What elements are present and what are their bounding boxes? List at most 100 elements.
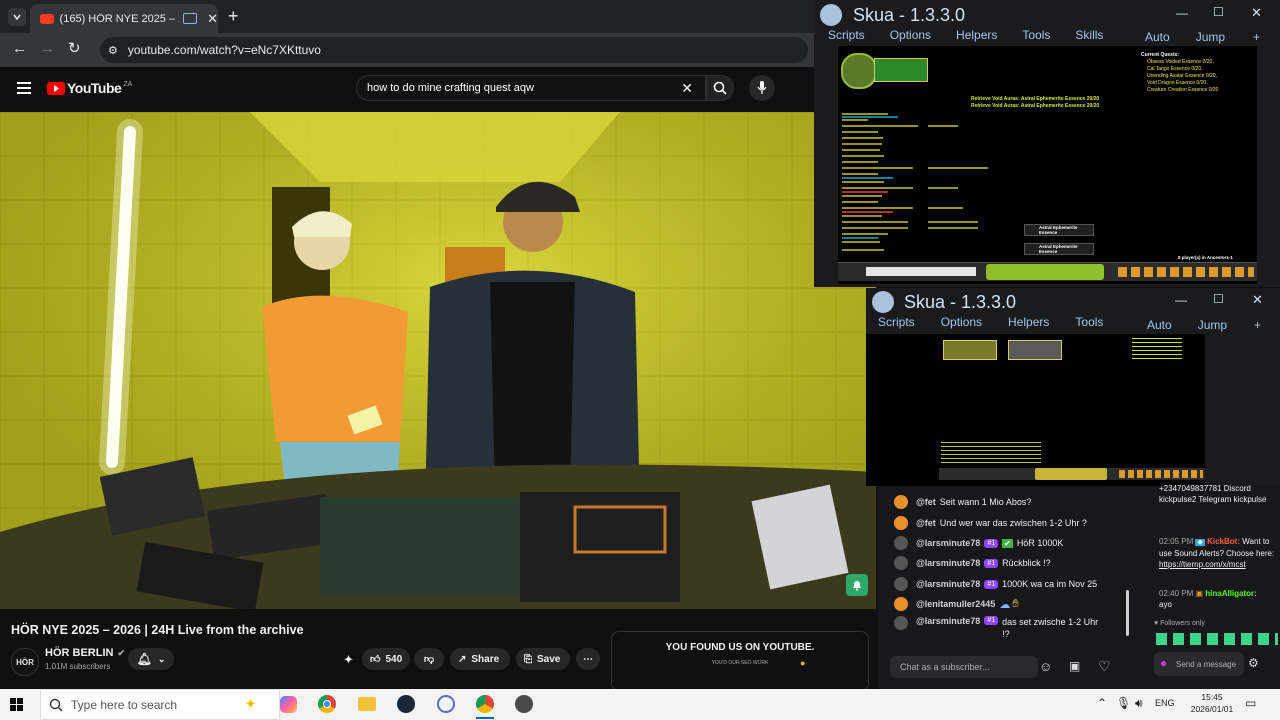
settings-icon[interactable]: ⚙ [1248,656,1259,670]
browser-tab[interactable]: (165) HÖR NYE 2025 – 202… ✕ [30,4,218,33]
emote-bar[interactable] [1156,633,1278,645]
tray-chevron-icon[interactable]: ⌃ [1097,696,1107,710]
menu-icons[interactable] [1118,267,1254,277]
video-player[interactable] [0,112,876,609]
add-icon[interactable]: + [1254,318,1261,332]
drop-notification-2[interactable]: Astral Ephemerite Essence [1024,243,1094,255]
skill-slots[interactable] [986,264,1104,280]
add-icon[interactable]: + [1253,30,1260,44]
minimize-icon[interactable]: — [1175,293,1187,307]
chat-username[interactable]: @fet [916,518,936,528]
taskbar-app-snip[interactable] [437,695,455,713]
chat-username[interactable]: @larsminute78 [916,616,980,626]
menu-icon[interactable] [17,82,31,94]
close-window-icon[interactable]: ✕ [1251,5,1262,21]
skill-slots[interactable] [1035,468,1107,480]
menu-jump[interactable]: Jump [1198,318,1227,332]
reload-icon[interactable]: ↻ [68,39,81,57]
chat-input[interactable]: Chat as a subscriber... [890,656,1038,678]
language-indicator[interactable]: ENG [1155,698,1175,708]
chat-username[interactable]: @larsminute78 [916,558,980,568]
close-window-icon[interactable]: ✕ [1252,292,1263,308]
tab-list-button[interactable] [8,8,26,26]
game-viewport[interactable]: Current Quests: Obsess Voided Essence 0/… [838,46,1257,284]
chat-username[interactable]: @larsminute78 [916,579,980,589]
skua-menu-bar: Scripts Options Helpers Tools [878,315,1103,329]
channel-avatar-text: HÖR [16,657,34,667]
menu-scripts[interactable]: Scripts [878,315,915,329]
search-button[interactable] [706,75,734,101]
speaker-icon[interactable]: 🔊︎ [1135,696,1143,711]
chat-username[interactable]: @larsminute78 [916,538,980,548]
chat-text: Seit wann 1 Mio Abos? [939,497,1032,507]
new-tab-button[interactable]: + [228,6,239,27]
menu-skills[interactable]: Skills [1075,28,1103,42]
more-actions-button[interactable]: ⋯ [576,648,600,670]
game-viewport[interactable] [866,334,1205,486]
message-time: 02:05 PM [1159,537,1194,546]
menu-tools[interactable]: Tools [1022,28,1050,42]
site-info-icon[interactable]: ⚙ [108,44,118,57]
notification-icon[interactable]: ▭ [1245,696,1256,710]
chat-text: HöR 1000K [1016,538,1064,548]
clip-icon[interactable]: ▣ [1069,659,1080,673]
forward-arrow-icon[interactable]: → [40,40,55,57]
channel-avatar[interactable]: HÖR [11,648,39,676]
voice-search-button[interactable] [749,75,775,101]
taskbar-search[interactable]: Type here to search ✦ [40,689,280,720]
chat-scrollbar[interactable] [1126,590,1129,636]
save-button[interactable]: ⎘ Save [516,648,570,670]
menu-auto[interactable]: Auto [1147,318,1172,332]
youtube-header: YouTube ZA how to do mine crafting quest… [0,67,816,112]
menu-options[interactable]: Options [890,28,931,42]
bot-username[interactable]: KickBot: [1207,537,1240,546]
share-button[interactable]: ↗ Share [450,648,510,670]
windows-start-icon[interactable] [10,698,23,711]
maximize-icon[interactable]: ☐ [1213,5,1224,19]
menu-scripts[interactable]: Scripts [828,28,865,42]
taskbar-app-explorer[interactable] [358,697,376,711]
subscribed-button[interactable]: 🔔︎ ⌄ [128,648,174,670]
menu-helpers[interactable]: Helpers [956,28,997,42]
mic-icon[interactable]: ● [1160,656,1167,670]
kick-chat-input[interactable]: Send a message [1154,652,1244,676]
drop-notification-1[interactable]: Astral Ephemerite Essence [1024,224,1094,236]
menu-tools[interactable]: Tools [1075,315,1103,329]
taskbar-app-skua[interactable] [515,695,533,713]
menu-jump[interactable]: Jump [1196,30,1225,44]
chat-username[interactable]: @lenitamuller2445 [916,599,995,609]
maximize-icon[interactable]: ☐ [1213,292,1224,306]
menu-helpers[interactable]: Helpers [1008,315,1049,329]
back-arrow-icon[interactable]: ← [12,40,27,57]
clear-search-icon[interactable]: ✕ [681,80,693,97]
gift-icon[interactable]: ✦ [343,652,354,668]
like-button[interactable]: 👍︎ 540 [362,648,410,670]
close-tab-icon[interactable]: ✕ [207,11,218,27]
taskbar-app-chrome-active[interactable] [476,695,494,713]
bot-link[interactable]: https://tiernp.com/x/mcst [1159,559,1277,570]
menu-auto[interactable]: Auto [1145,30,1170,44]
microphone-icon[interactable]: 🎙︎ [1116,696,1131,710]
channel-name-text: HÖR BERLIN [45,647,114,659]
dislike-button[interactable]: 👎︎ [414,648,444,670]
address-bar[interactable]: ⚙ youtube.com/watch?v=eNc7XKttuvo [100,37,808,63]
heart-icon[interactable]: ♡ [1098,658,1111,675]
search-input[interactable]: how to do mine crafting quest aqw ✕ [356,75,706,101]
taskbar-app-steam[interactable] [397,695,415,713]
minimize-icon[interactable]: — [1176,6,1188,20]
channel-name[interactable]: HÖR BERLIN ✔ [45,647,125,659]
clock[interactable]: 15:45 2026/01/01 [1184,691,1240,715]
notification-bell-overlay[interactable] [846,574,868,596]
skua-window-2: Skua - 1.3.3.0 — ☐ ✕ Scripts Options Hel… [866,288,1280,486]
chat-username[interactable]: hinaAlligator: [1205,589,1257,598]
menu-icons[interactable] [1119,470,1203,478]
promo-card[interactable]: YOU FOUND US ON YOUTUBE. YOU'D OUR SEO W… [611,631,869,691]
chat-input-strip[interactable] [866,267,976,276]
youtube-logo[interactable]: YouTube ZA [47,80,132,96]
taskbar-app-chrome[interactable] [318,695,336,713]
taskbar-app-copilot[interactable] [280,696,297,713]
emoji-icon[interactable]: ☺ [1039,659,1052,674]
chat-username[interactable]: @fet [916,497,936,507]
chat-text: das set zwische 1-2 Uhr !? [1002,617,1099,639]
menu-options[interactable]: Options [941,315,982,329]
